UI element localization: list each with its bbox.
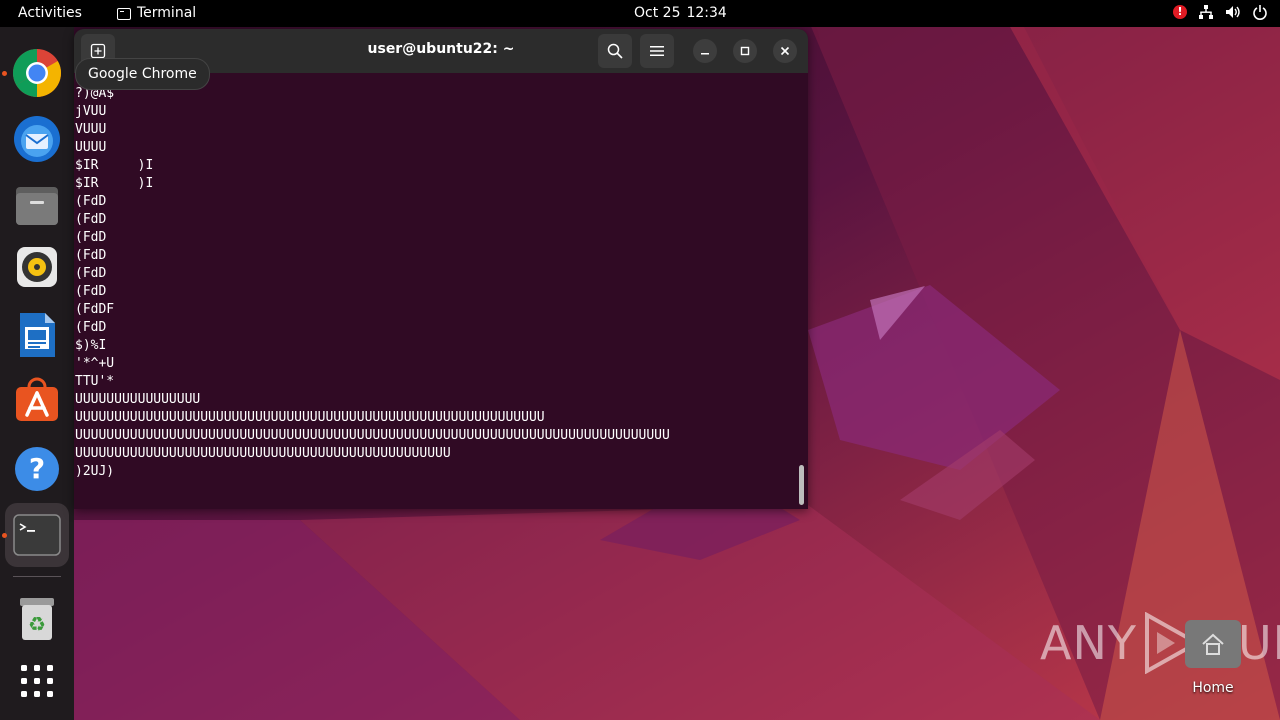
terminal-line: jVUU — [75, 104, 107, 119]
terminal-line: $)%I — [75, 338, 107, 353]
dock-item-chrome[interactable] — [2, 41, 69, 105]
clock-time: 12:34 — [686, 5, 727, 21]
dock-item-terminal[interactable] — [2, 503, 69, 567]
hamburger-menu-icon — [650, 46, 664, 56]
volume-icon[interactable] — [1225, 4, 1241, 20]
app-center-icon — [16, 377, 58, 421]
dock-item-help[interactable]: ? — [5, 437, 69, 501]
trash-icon: ♻ — [20, 598, 54, 640]
chrome-icon — [12, 48, 62, 98]
writer-icon — [20, 313, 55, 357]
close-button[interactable] — [773, 39, 797, 63]
minimize-button[interactable] — [693, 39, 717, 63]
files-icon — [16, 187, 58, 225]
app-menu[interactable]: Terminal — [117, 5, 196, 21]
dock-item-rhythmbox[interactable] — [5, 235, 69, 299]
app-menu-label: Terminal — [137, 5, 197, 21]
terminal-line: (FdD — [75, 230, 107, 245]
power-icon[interactable] — [1252, 4, 1268, 20]
terminal-small-icon — [117, 7, 131, 20]
terminal-line: $IR )I — [75, 158, 154, 173]
desktop-home-folder[interactable]: Home — [1184, 620, 1242, 696]
svg-text:?: ? — [29, 452, 45, 485]
dock-item-writer[interactable] — [5, 303, 69, 367]
anyrun-watermark: ANY RUN — [1040, 612, 1280, 674]
terminal-icon — [13, 514, 61, 556]
terminal-line: UUUUUUUUUUUUUUUUUUUUUUUUUUUUUUUUUUUUUUUU… — [75, 446, 451, 461]
maximize-button[interactable] — [733, 39, 757, 63]
home-folder-label: Home — [1192, 680, 1234, 696]
terminal-line: (FdD — [75, 194, 107, 209]
menu-button[interactable] — [640, 34, 674, 68]
terminal-line: (FdDF — [75, 302, 115, 317]
terminal-line: )2UJ) — [75, 464, 115, 479]
terminal-line: $IR )I — [75, 176, 154, 191]
system-tray[interactable]: ! — [1173, 4, 1268, 20]
dock-tooltip: Google Chrome — [75, 58, 210, 90]
dock: ? ♻ — [0, 27, 74, 720]
terminal-line: VUUU — [75, 122, 107, 137]
clock-date: Oct 25 — [634, 5, 681, 21]
terminal-scrollbar[interactable] — [799, 465, 804, 505]
terminal-line: (FdD — [75, 212, 107, 227]
clock[interactable]: Oct 25 12:34 — [634, 5, 727, 21]
terminal-line: (FdD — [75, 266, 107, 281]
terminal-line: UUUU — [75, 140, 107, 155]
house-icon — [1202, 633, 1224, 655]
dock-item-app-grid[interactable] — [5, 649, 69, 713]
dock-item-thunderbird[interactable] — [5, 107, 69, 171]
app-grid-icon — [21, 665, 53, 697]
activities-button[interactable]: Activities — [18, 5, 82, 21]
help-icon: ? — [15, 447, 59, 491]
dock-item-files[interactable] — [5, 173, 69, 237]
running-indicator — [2, 71, 7, 76]
terminal-output[interactable]: I$$I?)@A$jVUUVUUUUUUU$IR )I$IR )I(FdD(Fd… — [75, 73, 795, 509]
terminal-line: (FdD — [75, 320, 107, 335]
terminal-line: UUUUUUUUUUUUUUUUUUUUUUUUUUUUUUUUUUUUUUUU… — [75, 410, 545, 425]
thunderbird-icon — [14, 116, 60, 162]
terminal-line: (FdD — [75, 248, 107, 263]
minimize-icon — [701, 53, 709, 55]
search-icon — [607, 43, 623, 59]
top-bar: Activities Terminal Oct 25 12:34 ! — [0, 0, 1280, 27]
terminal-line: UUUUUUUUUUUUUUUU — [75, 392, 201, 407]
dock-item-app-center[interactable] — [5, 369, 69, 433]
terminal-line: UUUUUUUUUUUUUUUUUUUUUUUUUUUUUUUUUUUUUUUU… — [75, 428, 670, 443]
notification-alert-icon[interactable]: ! — [1173, 5, 1187, 19]
svg-text:♻: ♻ — [28, 612, 46, 636]
terminal-line: '*^+U — [75, 356, 115, 371]
terminal-line: TTU'* — [75, 374, 115, 389]
watermark-left-text: ANY — [1040, 616, 1137, 670]
close-icon — [780, 46, 790, 56]
home-folder-icon — [1185, 620, 1241, 668]
running-indicator — [2, 533, 7, 538]
terminal-window[interactable]: user@ubuntu22: ~ I$$I?)@A$jVUUVUUUUUUU$ — [74, 29, 808, 509]
network-icon[interactable] — [1198, 4, 1214, 20]
dock-separator — [13, 576, 61, 577]
search-button[interactable] — [598, 34, 632, 68]
terminal-lines: I$$I?)@A$jVUUVUUUUUUU$IR )I$IR )I(FdD(Fd… — [75, 73, 670, 481]
dock-item-trash[interactable]: ♻ — [5, 587, 69, 651]
terminal-line: (FdD — [75, 284, 107, 299]
rhythmbox-icon — [17, 247, 57, 287]
maximize-icon — [740, 46, 750, 56]
